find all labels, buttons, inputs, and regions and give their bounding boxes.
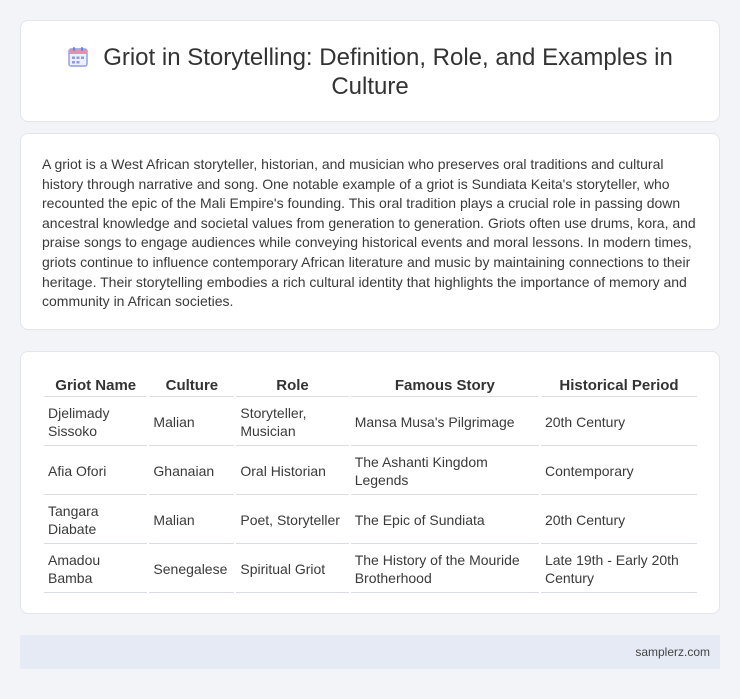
title-card: Griot in Storytelling: Definition, Role,… xyxy=(20,20,720,122)
footer-site-link[interactable]: samplerz.com xyxy=(635,645,710,659)
cell-famous-story: The History of the Mouride Brotherhood xyxy=(350,546,539,593)
griot-table: Griot Name Culture Role Famous Story His… xyxy=(42,373,699,595)
header-famous-story: Famous Story xyxy=(350,375,539,397)
cell-historical-period: Late 19th - Early 20th Century xyxy=(540,546,697,593)
cell-historical-period: 20th Century xyxy=(540,497,697,544)
cell-historical-period: Contemporary xyxy=(540,448,697,495)
cell-griot-name: Djelimady Sissoko xyxy=(44,399,148,446)
table-header-row: Griot Name Culture Role Famous Story His… xyxy=(44,375,697,397)
header-griot-name: Griot Name xyxy=(44,375,148,397)
cell-role: Storyteller, Musician xyxy=(236,399,349,446)
cell-griot-name: Tangara Diabate xyxy=(44,497,148,544)
table-card: Griot Name Culture Role Famous Story His… xyxy=(20,351,720,614)
cell-famous-story: The Epic of Sundiata xyxy=(350,497,539,544)
table-row: Tangara Diabate Malian Poet, Storyteller… xyxy=(44,497,697,544)
calendar-icon xyxy=(67,46,89,68)
cell-role: Poet, Storyteller xyxy=(236,497,349,544)
page-title: Griot in Storytelling: Definition, Role,… xyxy=(103,44,673,100)
cell-culture: Ghanaian xyxy=(149,448,235,495)
cell-culture: Senegalese xyxy=(149,546,235,593)
description-text: A griot is a West African storyteller, h… xyxy=(42,156,696,310)
cell-historical-period: 20th Century xyxy=(540,399,697,446)
table-row: Djelimady Sissoko Malian Storyteller, Mu… xyxy=(44,399,697,446)
header-historical-period: Historical Period xyxy=(540,375,697,397)
cell-famous-story: The Ashanti Kingdom Legends xyxy=(350,448,539,495)
page-title-wrapper: Griot in Storytelling: Definition, Role,… xyxy=(61,43,679,101)
description-card: A griot is a West African storyteller, h… xyxy=(20,133,720,330)
header-culture: Culture xyxy=(149,375,235,397)
table-row: Afia Ofori Ghanaian Oral Historian The A… xyxy=(44,448,697,495)
cell-culture: Malian xyxy=(149,399,235,446)
cell-griot-name: Afia Ofori xyxy=(44,448,148,495)
table-row: Amadou Bamba Senegalese Spiritual Griot … xyxy=(44,546,697,593)
cell-role: Spiritual Griot xyxy=(236,546,349,593)
header-role: Role xyxy=(236,375,349,397)
footer: samplerz.com xyxy=(20,635,720,669)
cell-griot-name: Amadou Bamba xyxy=(44,546,148,593)
cell-famous-story: Mansa Musa's Pilgrimage xyxy=(350,399,539,446)
cell-culture: Malian xyxy=(149,497,235,544)
cell-role: Oral Historian xyxy=(236,448,349,495)
